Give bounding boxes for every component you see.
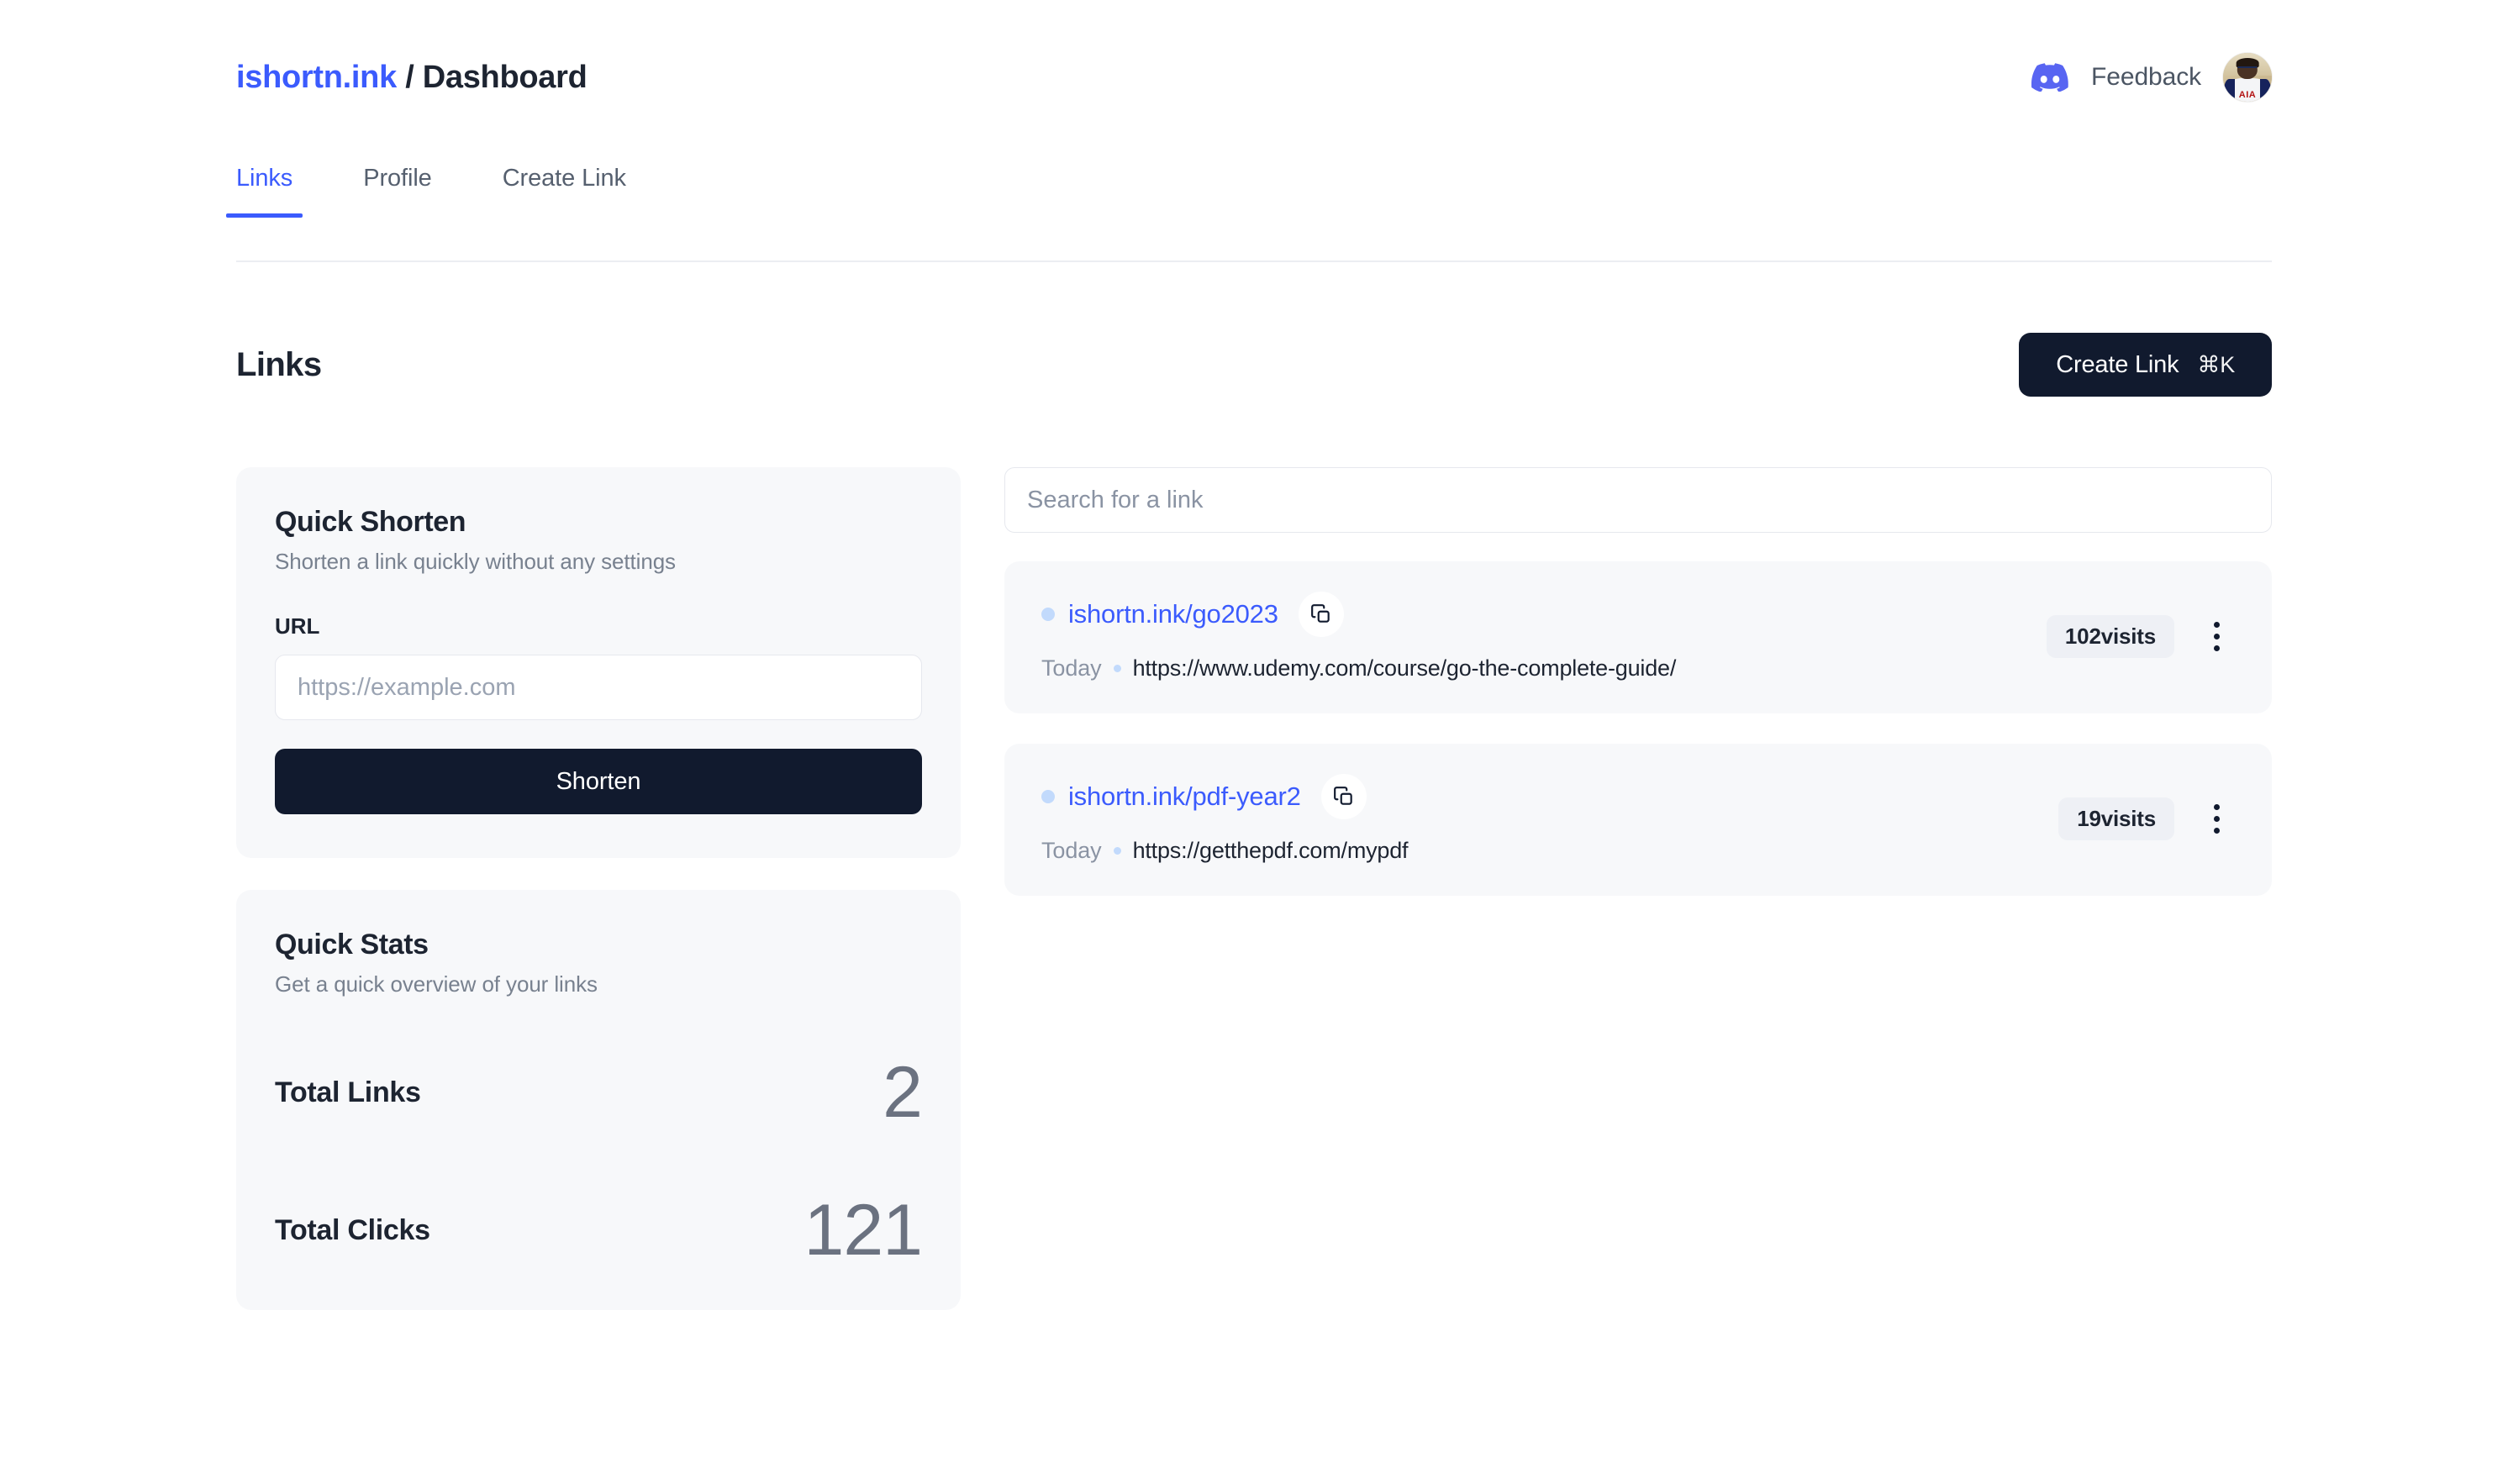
status-badge: 102visits xyxy=(2046,615,2174,658)
quick-stats-title: Quick Stats xyxy=(275,929,429,960)
short-link[interactable]: ishortn.ink/go2023 xyxy=(1068,599,1278,629)
feedback-link[interactable]: Feedback xyxy=(2091,63,2201,92)
table-row[interactable]: ishortn.ink/go2023 Today https://www.ude… xyxy=(1004,561,2272,713)
tab-links[interactable]: Links xyxy=(225,165,303,218)
avatar[interactable]: AIA xyxy=(2223,53,2272,102)
breadcrumb-current: Dashboard xyxy=(422,60,587,95)
link-actions: 102visits xyxy=(2046,613,2235,660)
link-details: ishortn.ink/go2023 Today https://www.ude… xyxy=(1041,592,1676,681)
tab-create-link[interactable]: Create Link xyxy=(503,165,626,218)
links-list: ishortn.ink/go2023 Today https://www.ude… xyxy=(1004,561,2272,896)
page-header-row: Links Create Link ⌘K xyxy=(236,333,2272,397)
tab-profile[interactable]: Profile xyxy=(363,165,432,218)
link-details: ishortn.ink/pdf-year2 Today https://gett… xyxy=(1041,774,1409,864)
link-header: ishortn.ink/pdf-year2 xyxy=(1041,774,1408,819)
total-clicks-value: 121 xyxy=(804,1190,923,1271)
create-link-button-label: Create Link xyxy=(2056,350,2179,378)
destination-url: https://www.udemy.com/course/go-the-comp… xyxy=(1132,655,1677,681)
search-input[interactable] xyxy=(1004,467,2272,533)
main-content: Quick Shorten Shorten a link quickly wit… xyxy=(236,467,2272,1310)
copy-icon[interactable] xyxy=(1320,774,1367,819)
stat-total-links: Total Links 2 xyxy=(275,1052,923,1133)
tabs-bar: Links Profile Create Link xyxy=(225,165,2272,218)
create-link-shortcut: ⌘K xyxy=(2197,351,2235,377)
link-date: Today xyxy=(1041,838,1102,863)
right-column: ishortn.ink/go2023 Today http xyxy=(1004,467,2272,1310)
separator-dot-icon xyxy=(1113,847,1121,855)
url-input[interactable] xyxy=(275,655,922,720)
tabs-divider xyxy=(236,260,2272,262)
left-column: Quick Shorten Shorten a link quickly wit… xyxy=(236,467,961,1310)
quick-shorten-card: Quick Shorten Shorten a link quickly wit… xyxy=(236,467,961,858)
link-meta: Today https://www.udemy.com/course/go-th… xyxy=(1041,655,1676,681)
discord-icon[interactable] xyxy=(2031,58,2069,97)
more-vertical-icon[interactable] xyxy=(2198,613,2235,660)
breadcrumb-separator: / xyxy=(405,60,414,95)
total-clicks-label: Total Clicks xyxy=(275,1213,430,1246)
destination-url: https://getthepdf.com/mypdf xyxy=(1132,838,1409,863)
link-actions: 19visits xyxy=(2058,796,2235,843)
dashboard-page: ishortn.ink / Dashboard Feedback AIA Lin… xyxy=(0,0,2508,1484)
shorten-button[interactable]: Shorten xyxy=(275,749,922,814)
stat-total-clicks: Total Clicks 121 xyxy=(275,1190,923,1271)
total-links-value: 2 xyxy=(883,1052,923,1133)
header-actions: Feedback AIA xyxy=(2031,53,2272,102)
total-links-label: Total Links xyxy=(275,1076,421,1108)
create-link-button[interactable]: Create Link ⌘K xyxy=(2019,333,2272,397)
quick-shorten-subtitle: Shorten a link quickly without any setti… xyxy=(275,549,676,574)
separator-dot-icon xyxy=(1113,665,1121,672)
brand-link[interactable]: ishortn.ink xyxy=(236,60,397,95)
short-link[interactable]: ishortn.ink/pdf-year2 xyxy=(1068,781,1301,812)
copy-icon[interactable] xyxy=(1298,592,1344,637)
quick-stats-card: Quick Stats Get a quick overview of your… xyxy=(236,890,961,1310)
page-title: Links xyxy=(236,345,322,383)
breadcrumb: ishortn.ink / Dashboard xyxy=(236,61,587,93)
link-date: Today xyxy=(1041,655,1102,681)
status-dot-icon xyxy=(1041,790,1055,803)
link-meta: Today https://getthepdf.com/mypdf xyxy=(1041,838,1409,864)
link-header: ishortn.ink/go2023 xyxy=(1041,592,1676,637)
quick-stats-subtitle: Get a quick overview of your links xyxy=(275,971,598,997)
status-badge: 19visits xyxy=(2058,797,2174,840)
url-field-label: URL xyxy=(275,613,320,639)
quick-shorten-title: Quick Shorten xyxy=(275,506,466,538)
status-dot-icon xyxy=(1041,608,1055,621)
table-row[interactable]: ishortn.ink/pdf-year2 Today https://gett… xyxy=(1004,744,2272,896)
app-header: ishortn.ink / Dashboard Feedback AIA xyxy=(0,0,2508,155)
more-vertical-icon[interactable] xyxy=(2198,796,2235,843)
